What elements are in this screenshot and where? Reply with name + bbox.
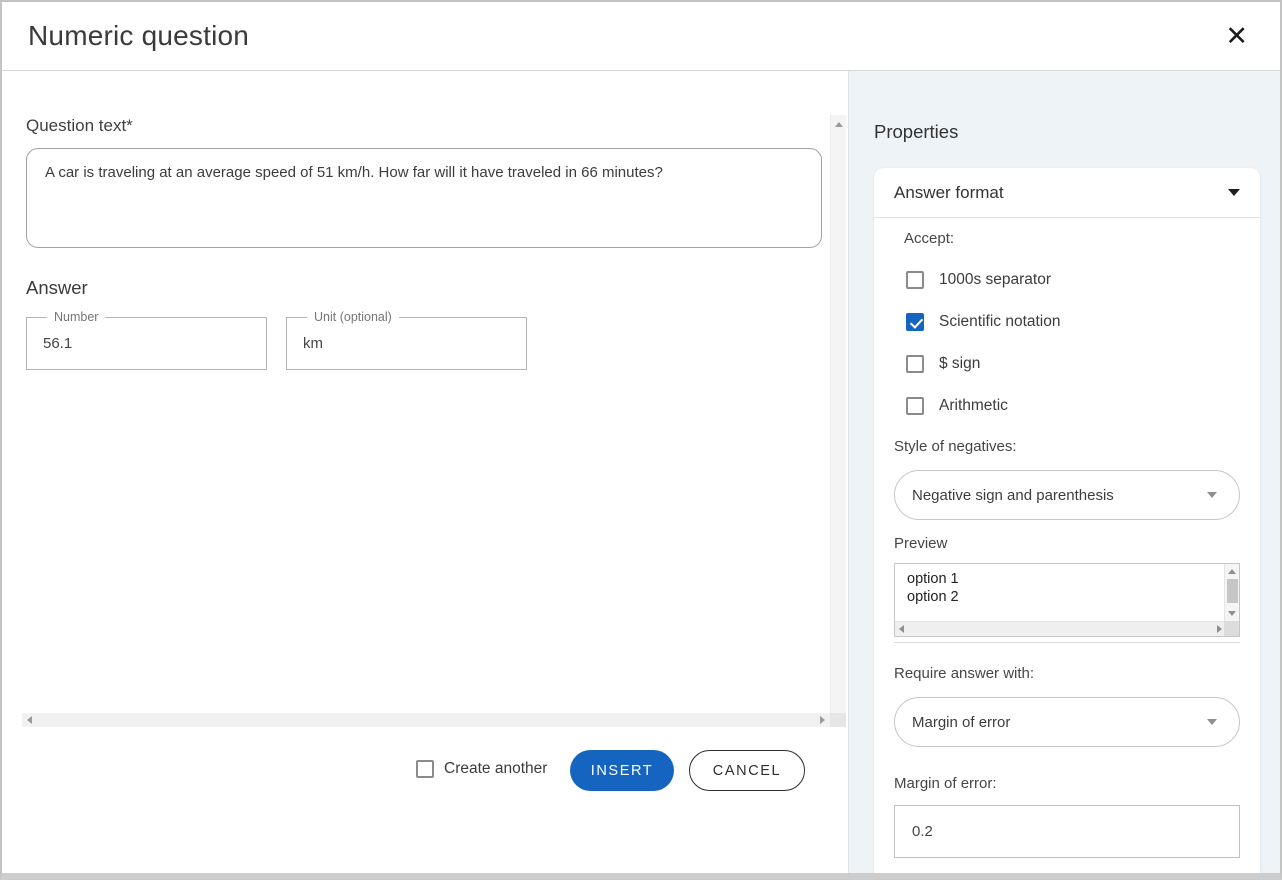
number-field-value: 56.1: [43, 335, 72, 352]
option-label: 1000s separator: [939, 271, 1051, 289]
unit-field-label: Unit (optional): [307, 310, 399, 324]
answer-number-field[interactable]: Number 56.1: [26, 317, 267, 370]
accept-label: Accept:: [904, 230, 954, 247]
style-of-negatives-label: Style of negatives:: [894, 438, 1017, 455]
scrollbar-thumb[interactable]: [1227, 579, 1238, 603]
scroll-up-icon[interactable]: [1228, 569, 1236, 574]
answer-format-title: Answer format: [894, 183, 1004, 203]
properties-panel: Properties Answer format Accept: 1000s s…: [848, 71, 1280, 873]
create-another-checkbox[interactable]: [416, 760, 434, 778]
margin-of-error-input[interactable]: [894, 805, 1240, 858]
chevron-down-icon: [1207, 719, 1217, 725]
numeric-question-dialog: Numeric question ✕ Question text* A car …: [0, 0, 1282, 880]
answer-format-card: Answer format Accept: 1000s separator Sc…: [874, 168, 1260, 873]
section-divider: [894, 642, 1240, 643]
listbox-horizontal-scrollbar[interactable]: [895, 621, 1226, 636]
require-answer-value: Margin of error: [912, 714, 1010, 731]
chevron-down-icon: [1207, 492, 1217, 498]
close-icon[interactable]: ✕: [1219, 19, 1254, 54]
preview-option-1[interactable]: option 1: [895, 564, 1239, 588]
create-another-label: Create another: [444, 760, 547, 778]
option-label: Scientific notation: [939, 313, 1061, 331]
editor-vertical-scrollbar[interactable]: [830, 115, 846, 727]
scroll-up-icon[interactable]: [835, 122, 843, 127]
checkbox-1000s-separator[interactable]: [906, 271, 924, 289]
require-answer-label: Require answer with:: [894, 665, 1034, 682]
chevron-down-icon[interactable]: [1228, 189, 1240, 196]
dialog-header: Numeric question ✕: [2, 2, 1280, 71]
question-editor-area: Question text* A car is traveling at an …: [2, 71, 848, 873]
answer-format-section-header[interactable]: Answer format: [874, 168, 1260, 218]
option-label: Arithmetic: [939, 397, 1008, 415]
scroll-down-icon[interactable]: [1228, 611, 1236, 616]
margin-of-error-label: Margin of error:: [894, 775, 997, 792]
preview-label: Preview: [894, 535, 947, 552]
checkbox-scientific-notation[interactable]: [906, 313, 924, 331]
properties-heading: Properties: [874, 121, 958, 143]
option-arithmetic[interactable]: Arithmetic: [906, 397, 1008, 415]
require-answer-select[interactable]: Margin of error: [894, 697, 1240, 747]
insert-button[interactable]: INSERT: [570, 750, 674, 791]
cancel-button[interactable]: CANCEL: [689, 750, 805, 791]
preview-listbox[interactable]: option 1 option 2: [894, 563, 1240, 637]
option-dollar-sign[interactable]: $ sign: [906, 355, 980, 373]
listbox-vertical-scrollbar[interactable]: [1224, 564, 1239, 621]
scrollbar-corner: [830, 713, 846, 727]
answer-unit-field[interactable]: Unit (optional) km: [286, 317, 527, 370]
style-of-negatives-value: Negative sign and parenthesis: [912, 487, 1114, 504]
preview-option-2[interactable]: option 2: [895, 588, 1239, 606]
dialog-title: Numeric question: [28, 20, 249, 52]
unit-field-value: km: [303, 335, 323, 352]
option-scientific-notation[interactable]: Scientific notation: [906, 313, 1061, 331]
editor-horizontal-scrollbar[interactable]: [22, 713, 830, 727]
scrollbar-corner: [1224, 621, 1239, 636]
style-of-negatives-select[interactable]: Negative sign and parenthesis: [894, 470, 1240, 520]
scroll-right-icon[interactable]: [820, 716, 825, 724]
option-1000s-separator[interactable]: 1000s separator: [906, 271, 1051, 289]
scroll-left-icon[interactable]: [27, 716, 32, 724]
scroll-left-icon[interactable]: [899, 625, 904, 633]
answer-section-heading: Answer: [26, 277, 88, 299]
option-label: $ sign: [939, 355, 980, 373]
scroll-right-icon[interactable]: [1217, 625, 1222, 633]
checkbox-arithmetic[interactable]: [906, 397, 924, 415]
question-text-input[interactable]: A car is traveling at an average speed o…: [26, 148, 822, 248]
create-another-option[interactable]: Create another: [416, 760, 547, 778]
number-field-label: Number: [47, 310, 105, 324]
question-text-label: Question text*: [26, 116, 133, 136]
checkbox-dollar-sign[interactable]: [906, 355, 924, 373]
